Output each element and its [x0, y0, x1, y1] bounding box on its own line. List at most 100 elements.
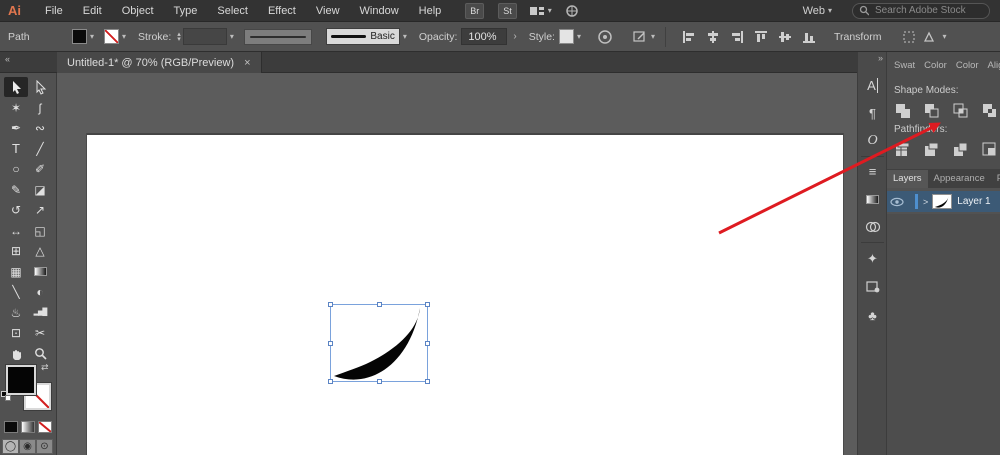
search-input[interactable]	[873, 4, 983, 17]
width-tool[interactable]: ↔	[4, 221, 28, 241]
sync-button[interactable]	[564, 4, 580, 18]
selection-handle[interactable]	[328, 341, 333, 346]
minus-front-button[interactable]	[922, 102, 940, 119]
align-center-horizontal-icon[interactable]	[706, 30, 720, 44]
draw-inside-button[interactable]: ⊙	[36, 439, 53, 454]
paragraph-panel-button[interactable]: ¶	[858, 102, 887, 124]
menu-select[interactable]: Select	[207, 5, 258, 17]
select-similar-button[interactable]	[919, 27, 939, 47]
layer-thumbnail[interactable]	[932, 194, 952, 209]
brush-definition-select[interactable]: Basic	[326, 28, 400, 45]
direct-selection-tool[interactable]	[28, 77, 52, 97]
tab-color[interactable]: Color	[924, 60, 947, 71]
align-top-icon[interactable]	[754, 30, 768, 44]
menu-type[interactable]: Type	[164, 5, 208, 17]
transparency-panel-button[interactable]	[858, 216, 887, 238]
stock-search[interactable]	[852, 3, 990, 19]
layer-row[interactable]: > Layer 1	[887, 191, 1000, 212]
curvature-tool[interactable]: ∾	[28, 118, 52, 138]
stock-button[interactable]: St	[498, 3, 517, 19]
eyedropper-tool[interactable]: ╲	[4, 282, 28, 302]
perspective-grid-tool[interactable]: △	[28, 241, 52, 261]
shape-builder-tool[interactable]: ⊞	[4, 241, 28, 261]
opentype-panel-button[interactable]: O	[858, 130, 887, 152]
unite-button[interactable]	[893, 102, 911, 119]
menu-edit[interactable]: Edit	[73, 5, 112, 17]
tab-appearance[interactable]: Appearance	[928, 170, 991, 188]
tab-color-guide[interactable]: Color	[956, 60, 979, 71]
stroke-weight-stepper[interactable]: ▴ ▾	[177, 32, 181, 42]
mesh-tool[interactable]: ▦	[4, 262, 28, 282]
paintbrush-tool[interactable]: ✐	[28, 159, 52, 179]
merge-button[interactable]	[951, 141, 969, 158]
width-profile-select[interactable]	[244, 29, 312, 45]
selection-tool[interactable]	[4, 77, 28, 97]
selection-handle[interactable]	[377, 302, 382, 307]
draw-behind-button[interactable]: ◉	[19, 439, 36, 454]
menu-effect[interactable]: Effect	[258, 5, 306, 17]
chevron-right-icon[interactable]: ›	[513, 31, 516, 42]
intersect-button[interactable]	[951, 102, 969, 119]
symbol-sprayer-tool[interactable]: ♨	[4, 303, 28, 323]
scale-tool[interactable]: ↗	[28, 200, 52, 220]
swap-fill-stroke-icon[interactable]: ⇄	[41, 362, 49, 373]
type-tool[interactable]: T	[4, 139, 28, 159]
arrange-documents-button[interactable]: ▾	[529, 5, 552, 17]
artboards-panel-button[interactable]	[858, 276, 887, 298]
chevron-down-icon[interactable]: ▾	[651, 32, 655, 41]
menu-help[interactable]: Help	[409, 5, 452, 17]
magic-wand-tool[interactable]: ✶	[4, 98, 28, 118]
column-graph-tool[interactable]: ▂▅█	[28, 303, 52, 323]
color-button[interactable]	[4, 421, 18, 433]
gradient-panel-button[interactable]	[858, 188, 887, 210]
expand-layer-icon[interactable]: >	[923, 197, 928, 207]
tab-properties[interactable]: Pr	[991, 170, 1000, 188]
tab-layers[interactable]: Layers	[887, 170, 928, 188]
ellipse-tool[interactable]: ○	[4, 159, 28, 179]
gradient-button[interactable]	[21, 421, 35, 433]
menu-object[interactable]: Object	[112, 5, 164, 17]
pencil-tool[interactable]: ✎	[4, 180, 28, 200]
document-tab[interactable]: Untitled-1* @ 70% (RGB/Preview) ×	[57, 52, 262, 73]
selection-handle[interactable]	[425, 341, 430, 346]
zoom-tool[interactable]	[28, 344, 52, 364]
transform-link[interactable]: Transform	[834, 31, 881, 43]
chevron-down-icon[interactable]: ▾	[230, 32, 234, 41]
close-icon[interactable]: ×	[244, 57, 250, 69]
opacity-value-field[interactable]: 100%	[461, 28, 507, 45]
workspace-switcher[interactable]: Web ▾	[797, 5, 838, 17]
artboard-tool[interactable]: ⊡	[4, 323, 28, 343]
selection-bounding-box[interactable]	[330, 304, 428, 382]
rotate-tool[interactable]: ↺	[4, 200, 28, 220]
isolate-selection-button[interactable]: ▾	[631, 27, 657, 47]
blend-tool[interactable]: ◐	[28, 282, 52, 302]
selection-handle[interactable]	[425, 379, 430, 384]
align-left-icon[interactable]	[682, 30, 696, 44]
menu-file[interactable]: File	[35, 5, 73, 17]
toolbar-collapse-icon[interactable]: «	[5, 54, 10, 64]
character-panel-button[interactable]: A	[858, 74, 887, 96]
line-segment-tool[interactable]: ╱	[28, 139, 52, 159]
chevron-down-icon[interactable]: ▾	[942, 32, 946, 41]
symbols-panel-button[interactable]: ♣	[858, 304, 887, 326]
align-bottom-icon[interactable]	[802, 30, 816, 44]
tab-swatches[interactable]: Swat	[894, 60, 915, 71]
recolor-artwork-button[interactable]	[595, 27, 615, 47]
default-fill-stroke-icon[interactable]	[1, 391, 12, 402]
stroke-color-swatch[interactable]	[104, 29, 119, 44]
align-right-icon[interactable]	[730, 30, 744, 44]
dock-expand-icon[interactable]: »	[878, 53, 883, 63]
stroke-panel-button[interactable]: ≡	[858, 160, 887, 182]
pen-tool[interactable]: ✒	[4, 118, 28, 138]
chevron-down-icon[interactable]: ▾	[577, 32, 581, 41]
draw-normal-button[interactable]: ◯	[2, 439, 19, 454]
selection-handle[interactable]	[328, 379, 333, 384]
canvas[interactable]	[57, 73, 857, 455]
chevron-down-icon[interactable]: ▾	[90, 32, 94, 41]
fill-swatch[interactable]	[72, 29, 87, 44]
visibility-toggle[interactable]	[887, 197, 907, 207]
bridge-button[interactable]: Br	[465, 3, 484, 19]
exclude-button[interactable]	[980, 102, 998, 119]
divide-button[interactable]	[893, 141, 911, 158]
align-center-vertical-icon[interactable]	[778, 30, 792, 44]
